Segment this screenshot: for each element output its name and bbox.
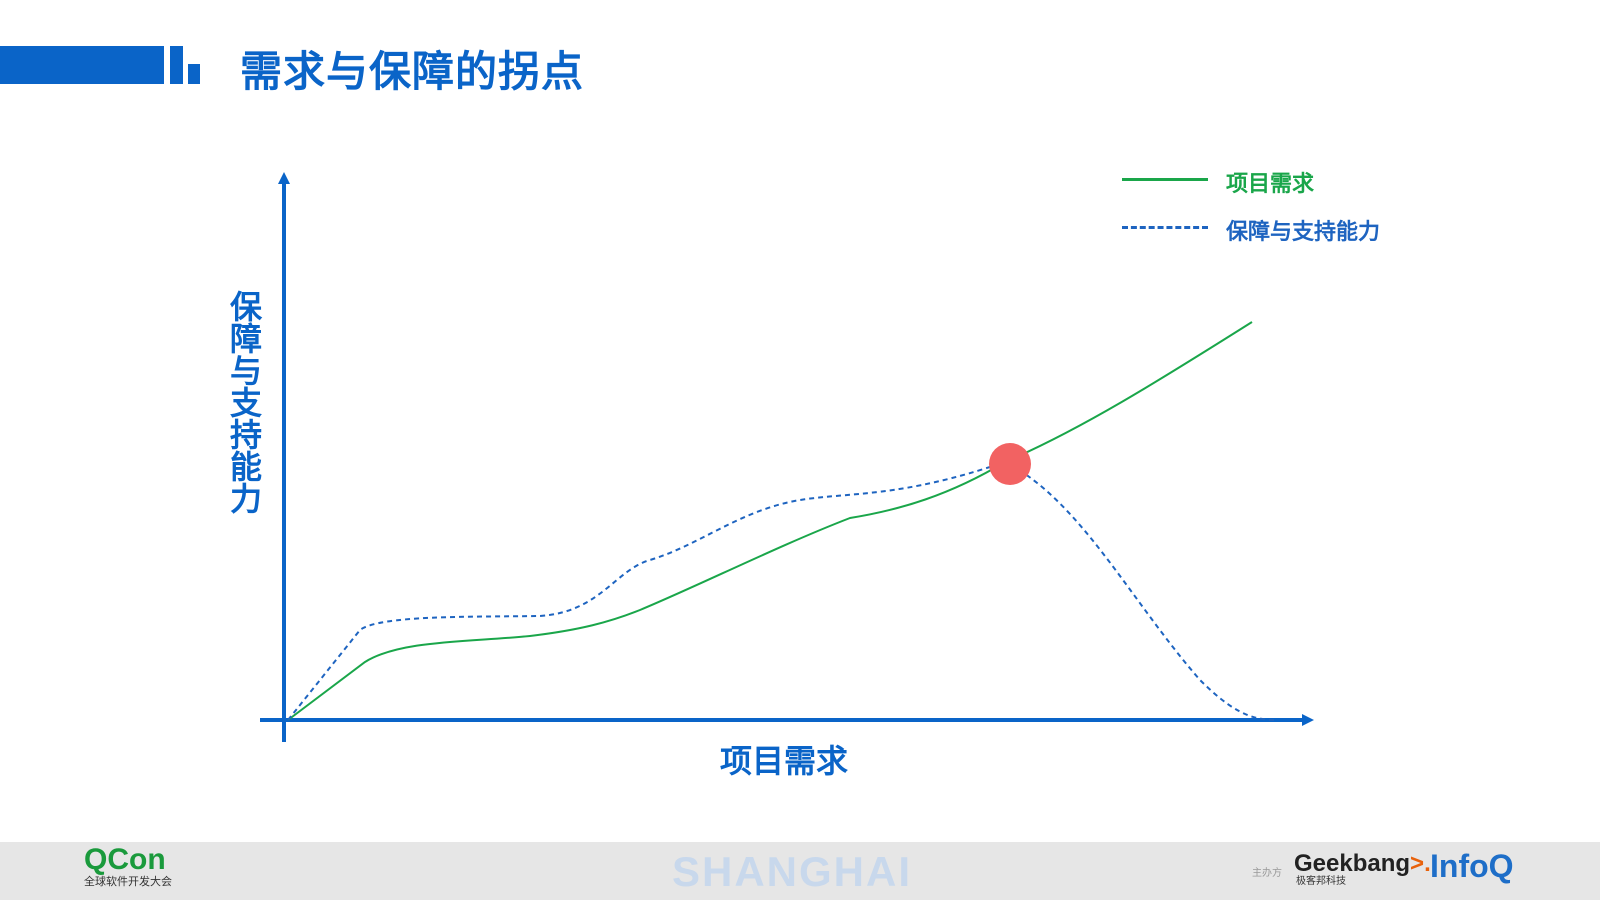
legend-demand-label: 项目需求 (1226, 172, 1315, 197)
x-axis-label: 项目需求 (720, 742, 849, 780)
geekbang-logo-subtitle: 极客邦科技 (1296, 876, 1346, 887)
support-capability-curve (287, 460, 1276, 721)
qcon-logo: QCon 全球软件开发大会 (84, 844, 172, 888)
inflection-point-marker (989, 443, 1031, 485)
legend-support-swatch (1122, 226, 1208, 229)
organizer-label: 主办方 (1252, 868, 1282, 879)
qcon-logo-text: QCon (84, 843, 166, 876)
infoq-logo: InfoQ (1430, 848, 1514, 884)
city-watermark: SHANGHAI (672, 848, 913, 895)
legend-support-label: 保障与支持能力 (1226, 220, 1381, 245)
y-axis-label: 保障与支持能力 (225, 290, 263, 514)
demand-curve (287, 321, 1253, 721)
geekbang-logo-text: Geekbang (1294, 850, 1411, 877)
qcon-logo-subtitle: 全球软件开发大会 (84, 875, 172, 888)
geekbang-arrow-icon: >. (1410, 850, 1431, 877)
legend-demand-swatch (1122, 178, 1208, 181)
geekbang-logo: Geekbang>. 极客邦科技 (1294, 852, 1431, 888)
